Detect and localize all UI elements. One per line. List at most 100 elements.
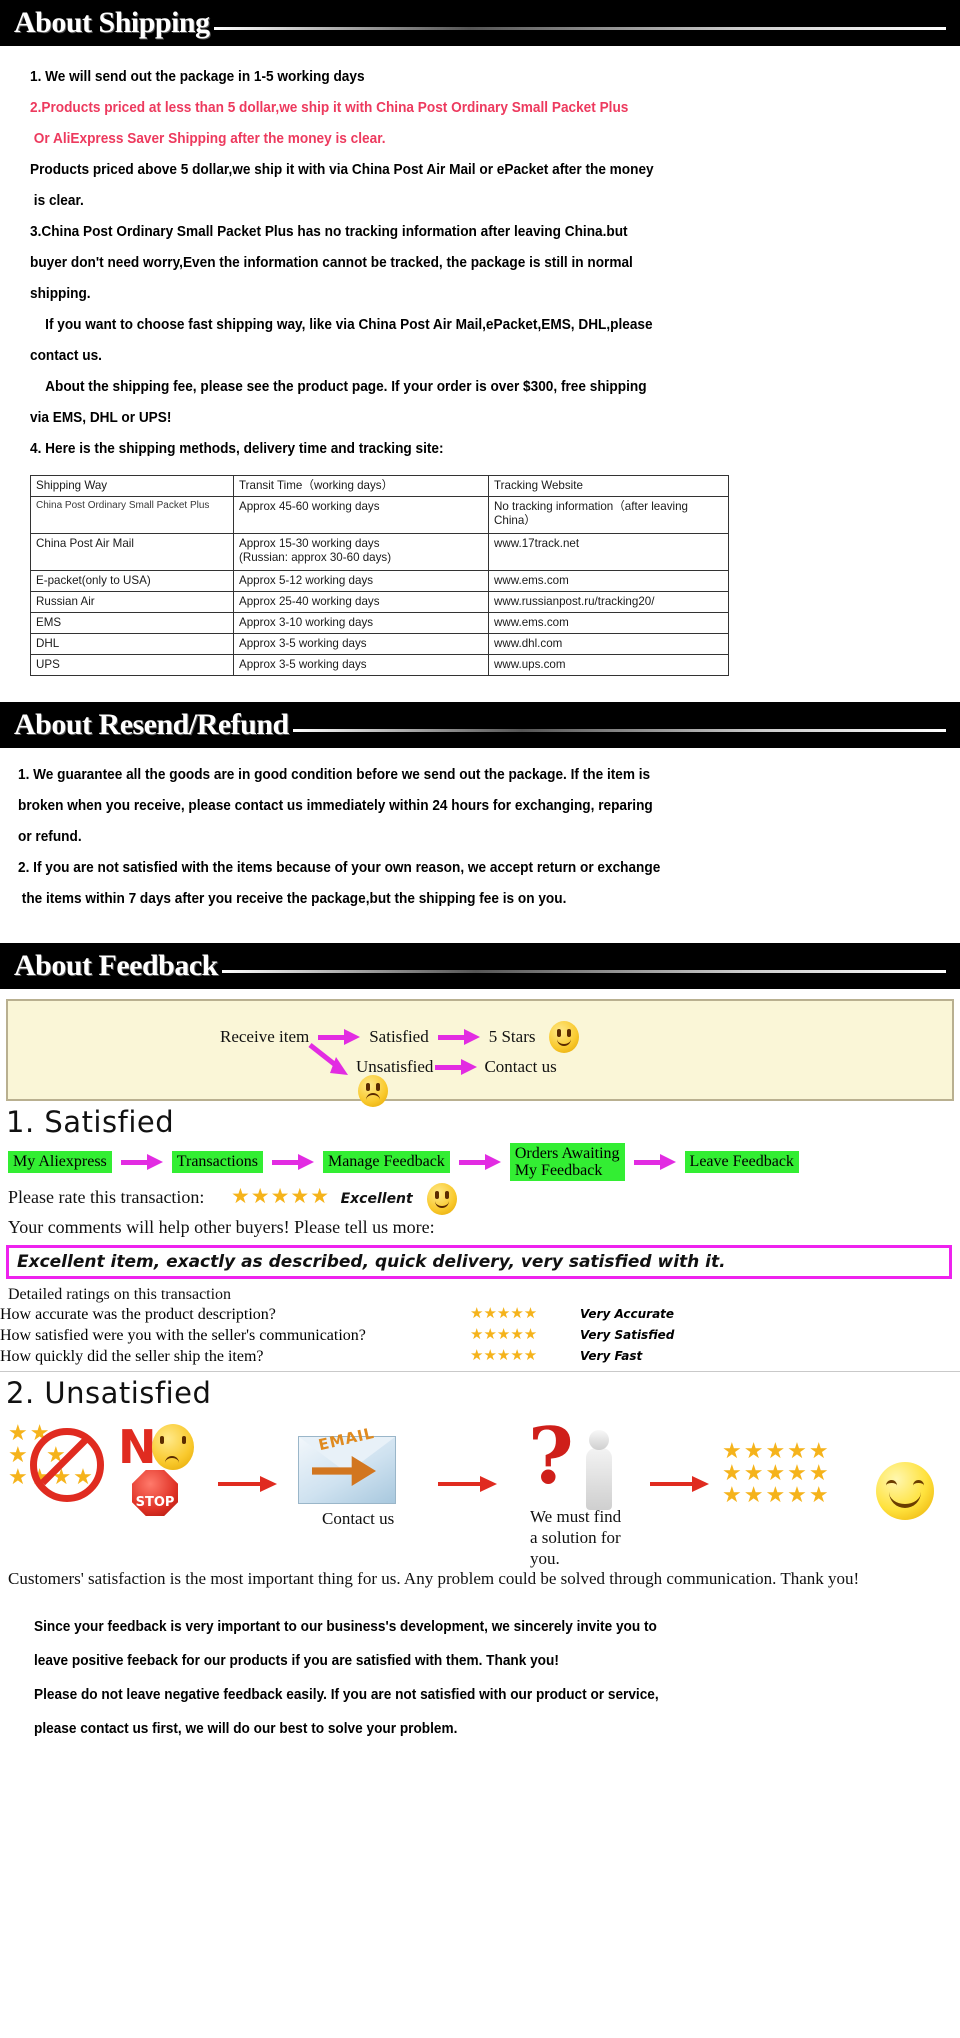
table-header-row: Shipping Way Transit Time（working days） … <box>30 475 729 497</box>
shipping-paragraph: is clear. <box>30 193 84 209</box>
cell-shipping-way: Russian Air <box>30 591 234 613</box>
shipping-paragraph: Or AliExpress Saver Shipping after the m… <box>30 131 386 147</box>
section-title-feedback: About Feedback <box>14 949 218 982</box>
refund-paragraph: 1. We guarantee all the goods are in goo… <box>18 767 651 783</box>
cell-tracking-website: No tracking information（after leaving Ch… <box>488 496 729 534</box>
cell-transit-time: Approx 25-40 working days <box>233 591 489 613</box>
arrow-right-icon <box>633 1154 676 1170</box>
outro-paragraph: leave positive feeback for our products … <box>34 1653 559 1669</box>
refund-paragraph: broken when you receive, please contact … <box>18 798 653 814</box>
solution-caption: We must find a solution for you. <box>530 1507 622 1568</box>
star-rating-icon: ★★★★★ ★★★★★ ★★★★★ <box>722 1438 831 1507</box>
flow-node-five-stars: 5 Stars <box>488 1027 536 1046</box>
flow-branch-unsatisfied: Unsatisfied Contact us <box>356 1057 557 1077</box>
letter-n-label: N <box>118 1420 157 1474</box>
person-figure-icon <box>586 1430 612 1510</box>
rate-transaction-label: Please rate this transaction: <box>8 1187 205 1208</box>
rating-word: Very Fast <box>580 1349 643 1363</box>
chain-step-orders-awaiting[interactable]: Orders Awaiting My Feedback <box>509 1143 625 1181</box>
table-row: China Post Ordinary Small Packet Plus Ap… <box>30 496 729 534</box>
star-rating-icon[interactable]: ★★★★★ <box>231 1184 330 1208</box>
cell-tracking-website: www.ems.com <box>488 570 729 592</box>
refund-text-block: 1. We guarantee all the goods are in goo… <box>0 748 960 921</box>
cell-transit-time: Approx 3-10 working days <box>233 612 489 634</box>
flow-node-contact-us: Contact us <box>484 1057 557 1076</box>
arrow-right-icon <box>120 1154 163 1170</box>
shipping-methods-table: Shipping Way Transit Time（working days） … <box>30 475 729 676</box>
big-smiley-icon <box>876 1462 934 1520</box>
star-rating-icon[interactable]: ★★★★★ <box>470 1348 537 1364</box>
feedback-outro-block: Since your feedback is very important to… <box>0 1590 960 1746</box>
outro-paragraph: Since your feedback is very important to… <box>34 1619 657 1635</box>
sample-comment-box[interactable]: Excellent item, exactly as described, qu… <box>6 1245 952 1279</box>
outro-paragraph: Please do not leave negative feedback ea… <box>34 1687 659 1703</box>
chain-step-transactions[interactable]: Transactions <box>171 1151 263 1173</box>
detailed-ratings-heading: Detailed ratings on this transaction <box>8 1286 232 1303</box>
arrow-right-icon <box>318 1029 361 1045</box>
shipping-paragraph: If you want to choose fast shipping way,… <box>30 317 653 333</box>
cell-shipping-way: EMS <box>30 612 234 634</box>
column-header-transit-time: Transit Time（working days） <box>233 475 489 497</box>
rating-prompt-row: Please rate this transaction: ★★★★★ Exce… <box>0 1183 960 1215</box>
prohibition-icon <box>30 1428 104 1502</box>
satisfied-step-chain: My Aliexpress Transactions Manage Feedba… <box>0 1141 960 1183</box>
cell-transit-time: Approx 3-5 working days <box>233 654 489 676</box>
shipping-paragraph: buyer don't need worry,Even the informat… <box>30 255 633 271</box>
sad-face-icon <box>152 1424 194 1470</box>
star-rating-icon[interactable]: ★★★★★ <box>470 1306 537 1322</box>
cell-tracking-website: www.ups.com <box>488 654 729 676</box>
cell-tracking-website: www.17track.net <box>488 533 729 571</box>
chain-step-manage-feedback[interactable]: Manage Feedback <box>322 1151 450 1173</box>
chain-step-leave-feedback[interactable]: Leave Feedback <box>684 1151 799 1173</box>
arrow-right-icon <box>435 1059 478 1075</box>
header-rule <box>221 969 946 973</box>
arrow-diagonal-icon <box>308 1043 348 1075</box>
comments-prompt: Your comments will help other buyers! Pl… <box>8 1217 435 1237</box>
shipping-paragraph: via EMS, DHL or UPS! <box>30 410 172 426</box>
shipping-paragraph: Products priced above 5 dollar,we ship i… <box>30 162 654 178</box>
smiley-face-icon <box>427 1183 458 1215</box>
arrow-right-icon <box>437 1029 480 1045</box>
star-rating-icon[interactable]: ★★★★★ <box>470 1327 537 1343</box>
table-row: Russian Air Approx 25-40 working days ww… <box>30 591 729 613</box>
shipping-text-block: 1. We will send out the package in 1-5 w… <box>0 46 960 471</box>
table-row: How satisfied were you with the seller's… <box>0 1325 674 1346</box>
rating-question: How accurate was the product description… <box>0 1305 276 1323</box>
flow-node-unsatisfied: Unsatisfied <box>356 1057 434 1076</box>
shipping-paragraph: 3.China Post Ordinary Small Packet Plus … <box>30 224 628 240</box>
unsatisfied-heading: 2. Unsatisfied <box>6 1376 212 1410</box>
table-row: E-packet(only to USA) Approx 5-12 workin… <box>30 570 729 592</box>
table-row: China Post Air Mail Approx 15-30 working… <box>30 533 729 571</box>
refund-paragraph: or refund. <box>18 829 82 845</box>
cell-transit-time: Approx 5-12 working days <box>233 570 489 592</box>
header-rule <box>213 26 946 30</box>
table-row: How accurate was the product description… <box>0 1304 674 1325</box>
chain-step-my-aliexpress[interactable]: My Aliexpress <box>8 1151 112 1173</box>
cell-transit-time: Approx 3-5 working days <box>233 633 489 655</box>
column-header-tracking-website: Tracking Website <box>488 475 729 497</box>
section-title-shipping: About Shipping <box>14 6 210 39</box>
arrow-right-icon <box>271 1154 314 1170</box>
feedback-flow-panel: Receive item Satisfied 5 Stars Unsatisfi… <box>6 999 954 1107</box>
arrow-right-icon <box>438 1476 500 1492</box>
question-mark-icon: ? <box>528 1411 574 1502</box>
contact-us-caption: Contact us <box>322 1509 395 1528</box>
cell-shipping-way: UPS <box>30 654 234 676</box>
header-rule <box>292 728 946 732</box>
outro-paragraph: please contact us first, we will do our … <box>34 1721 458 1737</box>
table-row: How quickly did the seller ship the item… <box>0 1346 674 1367</box>
shipping-paragraph: About the shipping fee, please see the p… <box>30 379 647 395</box>
cell-transit-time: Approx 15-30 working days (Russian: appr… <box>233 533 489 571</box>
section-header-refund: About Resend/Refund <box>0 702 960 748</box>
cell-tracking-website: www.ems.com <box>488 612 729 634</box>
stop-sign-icon: STOP <box>132 1470 178 1516</box>
cell-shipping-way: China Post Ordinary Small Packet Plus <box>30 496 234 534</box>
rating-word: Excellent <box>340 1191 413 1208</box>
rating-word: Very Accurate <box>580 1307 675 1321</box>
cell-tracking-website: www.dhl.com <box>488 633 729 655</box>
rating-word: Very Satisfied <box>580 1328 675 1342</box>
rating-question: How quickly did the seller ship the item… <box>0 1347 264 1365</box>
section-header-shipping: About Shipping <box>0 0 960 46</box>
